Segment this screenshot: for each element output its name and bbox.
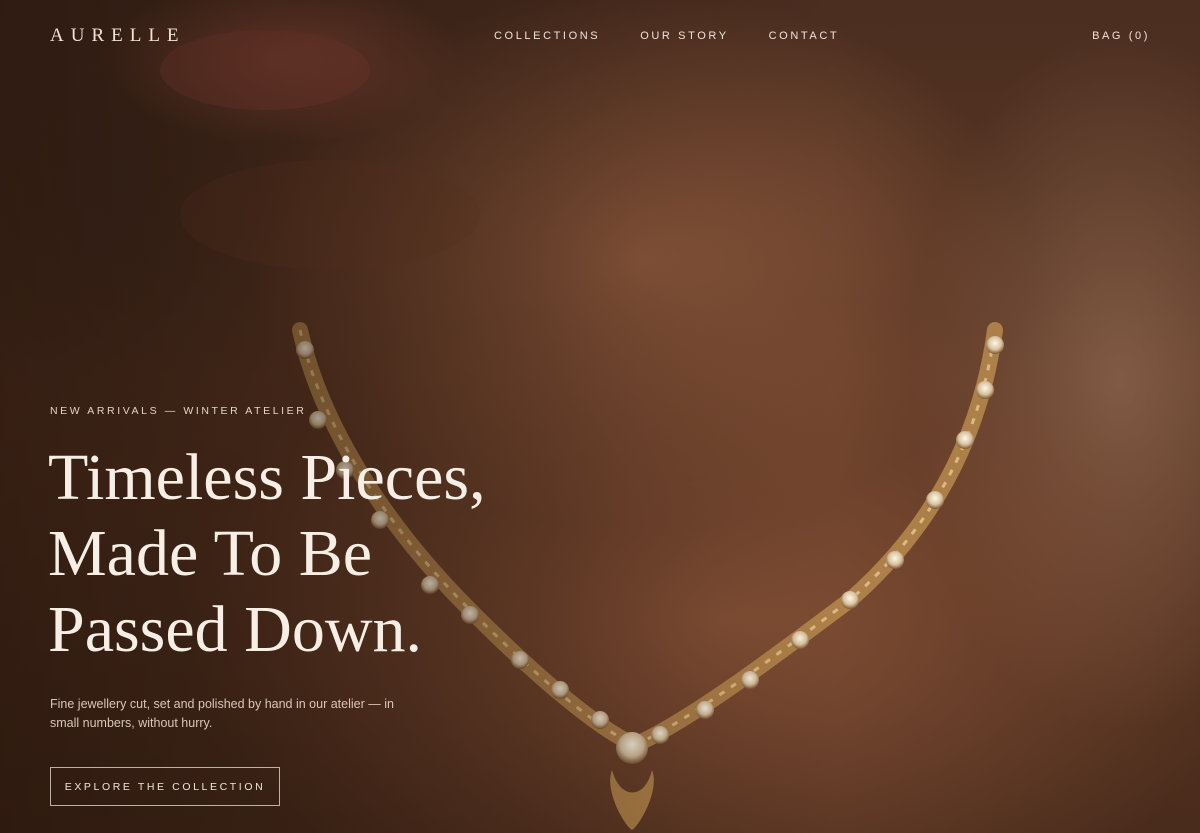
hero-subtext: Fine jewellery cut, set and polished by … — [50, 697, 394, 730]
nav-links: COLLECTIONS OUR STORY CONTACT — [494, 30, 839, 42]
nav-link-our-story[interactable]: OUR STORY — [640, 30, 728, 42]
hero-eyebrow: NEW ARRIVALS — WINTER ATELIER — [50, 405, 307, 417]
nav-link-contact[interactable]: CONTACT — [769, 30, 840, 42]
headline-line-2: Made To Be — [48, 517, 373, 590]
headline-line-1: Timeless Pieces, — [48, 441, 486, 514]
bag-button[interactable]: BAG (0) — [1092, 30, 1150, 42]
headline-line-3: Passed Down. — [48, 593, 422, 666]
nav-link-collections[interactable]: COLLECTIONS — [494, 30, 600, 42]
top-navigation: AURELLE COLLECTIONS OUR STORY CONTACT BA… — [0, 0, 1200, 74]
hero-headline: Timeless Pieces, Made To Be Passed Down. — [48, 440, 608, 668]
brand-logo[interactable]: AURELLE — [50, 25, 186, 47]
explore-collection-button[interactable]: EXPLORE THE COLLECTION — [50, 767, 280, 806]
